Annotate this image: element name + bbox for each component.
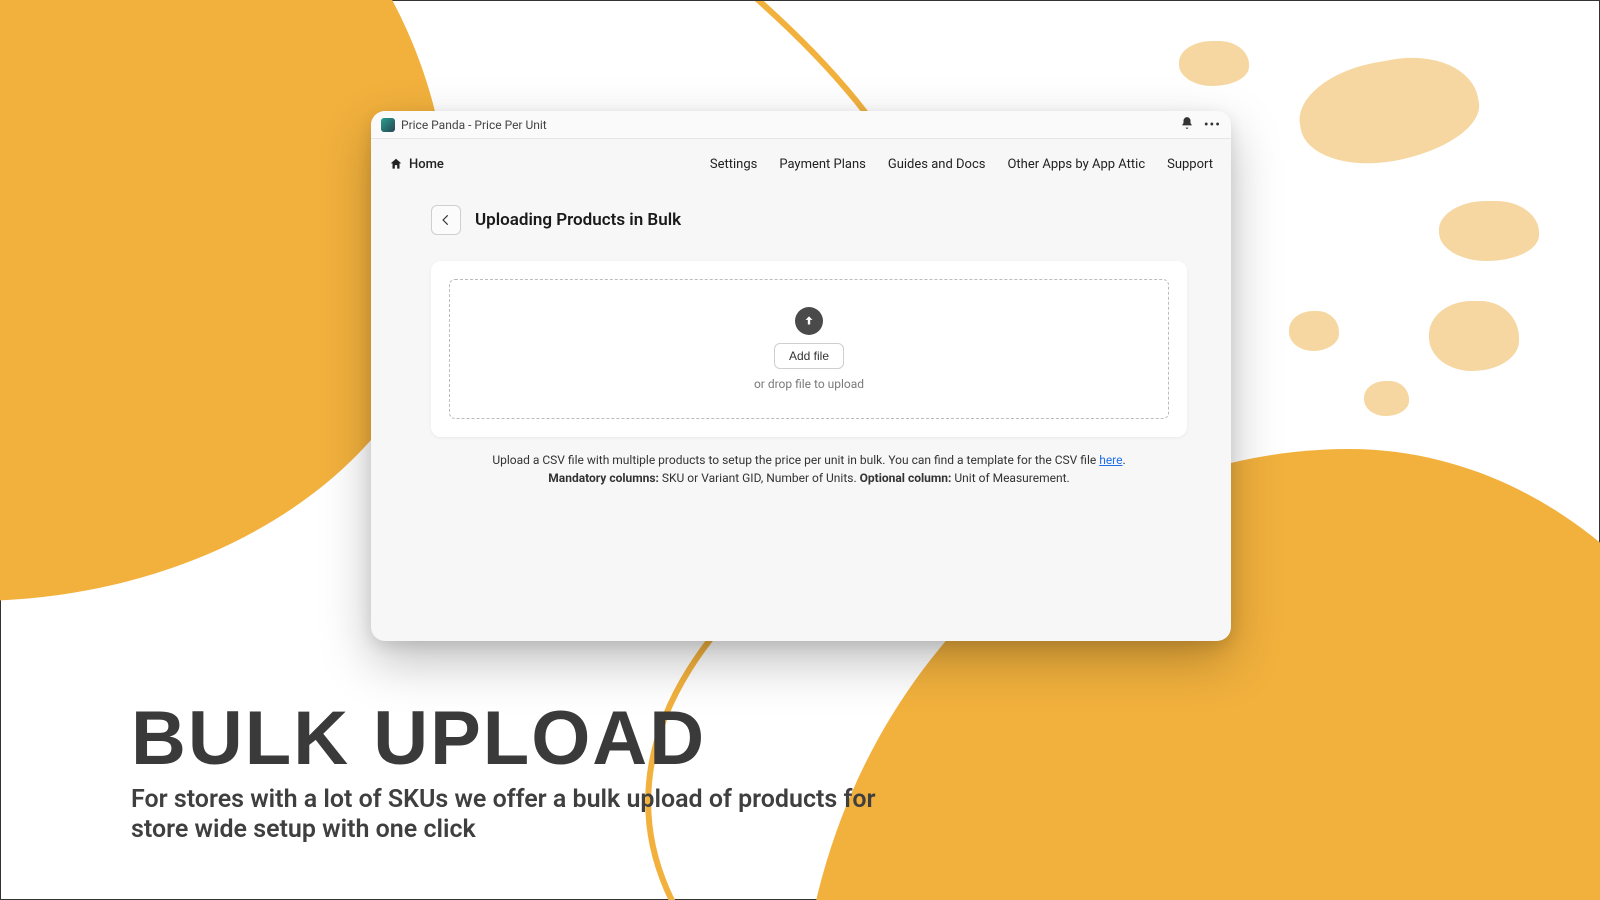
upload-icon	[795, 307, 823, 335]
nav-payment-plans[interactable]: Payment Plans	[779, 157, 866, 172]
arrow-left-icon	[439, 213, 453, 227]
spot	[1289, 311, 1339, 351]
drop-hint: or drop file to upload	[754, 377, 864, 391]
nav-support[interactable]: Support	[1167, 157, 1213, 172]
titlebar: Price Panda - Price Per Unit •••	[371, 111, 1231, 139]
app-icon	[381, 118, 395, 132]
nav-settings[interactable]: Settings	[710, 157, 757, 172]
navbar: Home Settings Payment Plans Guides and D…	[371, 139, 1231, 189]
app-window: Price Panda - Price Per Unit ••• Home Se…	[371, 111, 1231, 641]
hero-text: BULK UPLOAD For stores with a lot of SKU…	[131, 701, 931, 845]
hero-title: BULK UPLOAD	[131, 701, 931, 777]
helper-line1b: .	[1123, 453, 1126, 467]
more-icon[interactable]: •••	[1204, 117, 1221, 133]
mandatory-value: SKU or Variant GID, Number of Units.	[659, 471, 860, 485]
add-file-button[interactable]: Add file	[774, 343, 844, 369]
spot	[1439, 201, 1539, 261]
helper-line1a: Upload a CSV file with multiple products…	[492, 453, 1099, 467]
nav-other-apps[interactable]: Other Apps by App Attic	[1007, 157, 1145, 172]
page-title: Uploading Products in Bulk	[475, 210, 681, 230]
spot	[1292, 46, 1487, 176]
optional-value: Unit of Measurement.	[951, 471, 1069, 485]
optional-label: Optional column:	[860, 471, 952, 485]
spot	[1364, 381, 1409, 416]
upload-card: Add file or drop file to upload	[431, 261, 1187, 437]
back-button[interactable]	[431, 205, 461, 235]
dropzone[interactable]: Add file or drop file to upload	[449, 279, 1169, 419]
hero-subtitle: For stores with a lot of SKUs we offer a…	[131, 785, 931, 845]
template-link[interactable]: here	[1099, 453, 1122, 467]
nav-guides-docs[interactable]: Guides and Docs	[888, 157, 986, 172]
nav-home[interactable]: Home	[389, 157, 444, 172]
nav-home-label: Home	[409, 157, 444, 172]
mandatory-label: Mandatory columns:	[548, 471, 659, 485]
spot	[1429, 301, 1519, 371]
helper-text: Upload a CSV file with multiple products…	[431, 451, 1187, 487]
app-title: Price Panda - Price Per Unit	[401, 118, 547, 132]
notifications-icon[interactable]	[1180, 116, 1194, 133]
spot	[1179, 41, 1249, 86]
home-icon	[389, 157, 403, 171]
page-header: Uploading Products in Bulk	[371, 189, 1231, 245]
